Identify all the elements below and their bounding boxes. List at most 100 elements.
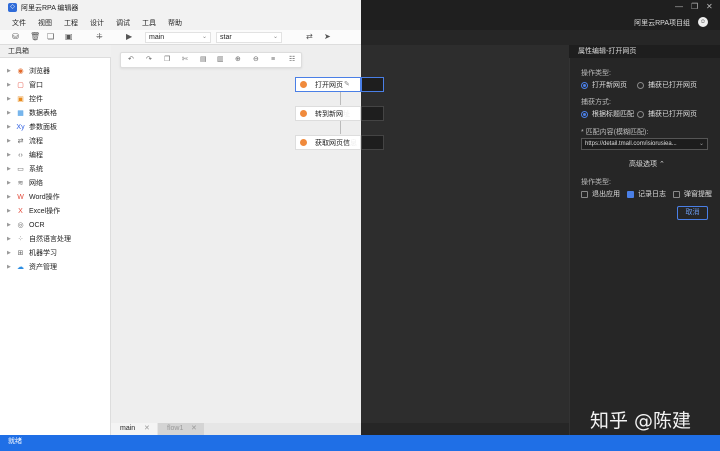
expand-arrow-icon[interactable]: ▶ <box>7 82 15 88</box>
close-icon[interactable]: ✕ <box>144 423 150 435</box>
zoom-in-icon[interactable]: ⊕ <box>235 56 241 63</box>
expand-arrow-icon[interactable]: ▶ <box>7 138 15 144</box>
radio-match-by-title[interactable]: 根据标题匹配 <box>581 109 634 119</box>
save-all-icon[interactable]: ⛁ <box>12 33 19 41</box>
checkbox-log[interactable]: 记录日志 <box>627 189 666 199</box>
toolbox-item[interactable]: ▶ W Word操作 <box>0 191 111 203</box>
status-bar-right <box>361 435 720 451</box>
toolbox-item[interactable]: ▶ ▦ 数据表格 <box>0 107 111 119</box>
edit-icon[interactable]: ✎ <box>344 80 350 88</box>
record-icon[interactable]: ⁜ <box>96 33 103 41</box>
toolbox-category-icon: ⇄ <box>17 138 24 145</box>
flow-node-get-page-info[interactable]: 获取网页信息 <box>295 135 384 150</box>
browser-icon <box>300 110 307 117</box>
expand-arrow-icon[interactable]: ▶ <box>7 250 15 256</box>
cut-icon[interactable]: ✄ <box>182 56 188 63</box>
paste-icon[interactable]: ▤ <box>200 56 207 63</box>
toolbox-item[interactable]: ▶ Xy 参数面板 <box>0 121 111 133</box>
expand-arrow-icon[interactable]: ▶ <box>7 236 15 242</box>
toolbox-item[interactable]: ▶ ‹› 编程 <box>0 149 111 161</box>
radio-capture-opened[interactable]: 捕获已打开网页 <box>637 109 697 119</box>
advanced-options-toggle[interactable]: 高级选项 ⌃ <box>629 159 665 169</box>
menu-debug[interactable]: 调试 <box>116 18 130 28</box>
close-icon[interactable]: ✕ <box>191 423 197 435</box>
menu-project[interactable]: 工程 <box>64 18 78 28</box>
layout-icon[interactable]: ☷ <box>289 56 295 63</box>
expand-arrow-icon[interactable]: ▶ <box>7 166 15 172</box>
toolbox-item-label: 机器学习 <box>29 250 57 257</box>
send-icon[interactable]: ➤ <box>324 33 331 41</box>
expand-arrow-icon[interactable]: ▶ <box>7 264 15 270</box>
tab-main[interactable]: main ✕ <box>111 423 157 435</box>
toolbox-item-label: 浏览器 <box>29 68 50 75</box>
redo-icon[interactable]: ↷ <box>146 56 152 63</box>
minimize-button[interactable]: — <box>675 3 683 11</box>
menu-tools[interactable]: 工具 <box>142 18 156 28</box>
align-icon[interactable]: ≡ <box>271 56 275 63</box>
menu-help[interactable]: 帮助 <box>168 18 182 28</box>
menu-design[interactable]: 设计 <box>90 18 104 28</box>
title-bar: ◇ 阿里云RPA 编辑器 <box>0 0 361 15</box>
flow-node-open-page[interactable]: 打开网页 ✎ <box>295 77 384 92</box>
toolbox-item[interactable]: ▶ ▢ 窗口 <box>0 79 111 91</box>
main-toolbar-dark <box>361 30 720 45</box>
expand-arrow-icon[interactable]: ▶ <box>7 110 15 116</box>
flow-node-goto-url[interactable]: 转到新网址 <box>295 106 384 121</box>
project-name[interactable]: 阿里云RPA项目组 <box>634 18 690 28</box>
toolbox-item-label: 系统 <box>29 166 43 173</box>
expand-arrow-icon[interactable]: ▶ <box>7 124 15 130</box>
menu-view[interactable]: 视图 <box>38 18 52 28</box>
expand-arrow-icon[interactable]: ▶ <box>7 152 15 158</box>
toolbox-item[interactable]: ▶ ⊞ 机器学习 <box>0 247 111 259</box>
delete-icon[interactable]: 🗑 <box>30 33 40 41</box>
menu-file[interactable]: 文件 <box>12 18 26 28</box>
radio-capture-opened-page[interactable]: 捕获已打开网页 <box>637 80 697 90</box>
swap-icon[interactable]: ⇄ <box>306 33 313 41</box>
toolbox-item[interactable]: ▶ ⇄ 流程 <box>0 135 111 147</box>
flow-canvas[interactable] <box>111 45 361 423</box>
toolbox-category-icon: ▭ <box>17 166 24 173</box>
checkbox-popup[interactable]: 弹窗提醒 <box>673 189 712 199</box>
maximize-button[interactable]: ❐ <box>691 3 698 11</box>
process-select[interactable]: main ⌄ <box>145 32 211 43</box>
tab-flow1[interactable]: flow1 ✕ <box>158 423 204 435</box>
toolbox-item-label: 参数面板 <box>29 124 57 131</box>
toolbox-item[interactable]: ▶ ▣ 控件 <box>0 93 111 105</box>
close-button[interactable]: ✕ <box>706 3 713 11</box>
expand-arrow-icon[interactable]: ▶ <box>7 96 15 102</box>
toolbox-item[interactable]: ▶ ⁘ 自然语言处理 <box>0 233 111 245</box>
toolbox-item[interactable]: ▶ ≋ 网络 <box>0 177 111 189</box>
run-icon[interactable]: ▶ <box>126 33 132 41</box>
chevron-down-icon: ⌄ <box>272 34 278 40</box>
toolbox-item-label: 窗口 <box>29 82 43 89</box>
copy-icon[interactable]: ❏ <box>47 33 54 41</box>
user-avatar[interactable]: ☺ <box>698 17 708 27</box>
save-icon[interactable]: ▣ <box>65 33 73 41</box>
expand-arrow-icon[interactable]: ▶ <box>7 222 15 228</box>
toolbox-category-icon: X <box>18 207 23 215</box>
app-logo-icon: ◇ <box>8 3 17 12</box>
toolbox-item[interactable]: ▶ ◎ OCR <box>0 219 111 231</box>
toolbox-item[interactable]: ▶ ◉ 浏览器 <box>0 65 111 77</box>
radio-open-new-page[interactable]: 打开新网页 <box>581 80 627 90</box>
expand-arrow-icon[interactable]: ▶ <box>7 68 15 74</box>
toolbox-item[interactable]: ▶ ▭ 系统 <box>0 163 111 175</box>
expand-arrow-icon[interactable]: ▶ <box>7 208 15 214</box>
match-content-input[interactable]: https://detail.tmall.com/isiorusiea... ⌄ <box>581 138 708 150</box>
cancel-button[interactable]: 取消 <box>677 206 708 220</box>
expand-arrow-icon[interactable]: ▶ <box>7 180 15 186</box>
toolbox-category-icon: ≋ <box>17 180 24 187</box>
node-label: 获取网页信 <box>315 140 350 147</box>
delete-node-icon[interactable]: ▥ <box>217 56 224 63</box>
expand-arrow-icon[interactable]: ▶ <box>7 194 15 200</box>
toolbox-item-label: 自然语言处理 <box>29 236 71 243</box>
flow-canvas-dark[interactable] <box>361 45 569 423</box>
action-select[interactable]: star ⌄ <box>216 32 282 43</box>
zoom-out-icon[interactable]: ⊖ <box>253 56 259 63</box>
copy-node-icon[interactable]: ❐ <box>164 56 170 63</box>
browser-icon <box>300 139 307 146</box>
toolbox-item[interactable]: ▶ ☁ 资产管理 <box>0 261 111 273</box>
toolbox-item[interactable]: ▶ X Excel操作 <box>0 205 111 217</box>
checkbox-exit-app[interactable]: 退出应用 <box>581 189 620 199</box>
undo-icon[interactable]: ↶ <box>128 56 134 63</box>
